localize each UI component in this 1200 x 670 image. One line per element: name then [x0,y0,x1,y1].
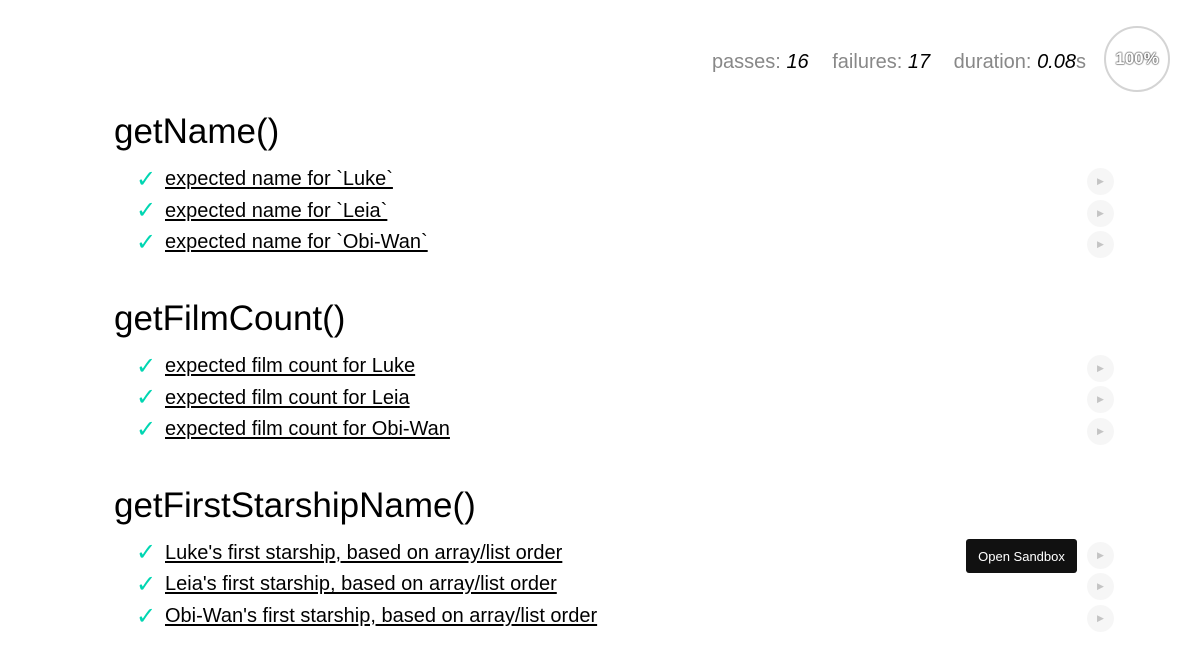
failures-stat[interactable]: failures: 17 [832,51,930,73]
suite-title[interactable]: getFilmCount() [114,297,1114,341]
test-list: ✓ expected film count for Luke ▶ ✓ expec… [114,351,1114,446]
passes-label: passes: [711,51,781,73]
test-title-link[interactable]: expected film count for Luke [165,355,415,378]
progress-ring: 100% [1104,26,1170,92]
replay-icon[interactable]: ▶ [1087,417,1114,445]
test-title-link[interactable]: expected film count for Obi-Wan [165,418,450,441]
test-row: ✓ expected film count for Obi-Wan ▶ [114,414,1114,446]
duration-unit: s [1076,51,1086,73]
suite-title[interactable]: getFirstStarshipName() [114,484,1114,528]
test-row: ✓ Luke's first starship, based on array/… [114,538,1114,570]
test-row: ✓ expected name for `Obi-Wan` ▶ [114,227,1114,259]
test-row: ✓ Obi-Wan's first starship, based on arr… [114,601,1114,633]
test-title-link[interactable]: Leia's first starship, based on array/li… [165,573,557,596]
test-title-link[interactable]: expected name for `Obi-Wan` [165,231,428,254]
stats-bar: passes: 16 failures: 17 duration: 0.08s [694,48,1086,76]
failures-count: 17 [907,51,931,73]
suite-title[interactable]: getName() [114,110,1114,154]
test-row: ✓ expected name for `Luke` ▶ [114,164,1114,196]
test-row: ✓ expected name for `Leia` ▶ [114,196,1114,228]
progress-percent: 100% [1115,49,1159,68]
check-icon: ✓ [136,228,157,256]
test-title-link[interactable]: Obi-Wan's first starship, based on array… [165,605,597,628]
check-icon: ✓ [136,165,157,193]
replay-icon[interactable]: ▶ [1087,168,1114,195]
test-title-link[interactable]: Luke's first starship, based on array/li… [165,542,562,565]
test-row: ✓ expected film count for Leia ▶ [114,382,1114,414]
check-icon: ✓ [136,539,157,567]
replay-icon[interactable]: ▶ [1087,231,1114,259]
passes-count: 16 [786,51,809,73]
test-list: ✓ expected name for `Luke` ▶ ✓ expected … [114,164,1114,259]
replay-icon[interactable]: ▶ [1087,573,1114,601]
duration-value: 0.08 [1037,51,1076,73]
check-icon: ✓ [136,570,157,598]
suite: getName() ✓ expected name for `Luke` ▶ ✓… [114,110,1114,259]
check-icon: ✓ [136,384,157,412]
tooltip-text: Open Sandbox [978,548,1065,564]
duration-label: duration: [953,51,1032,73]
suite: getFirstStarshipName() ✓ Luke's first st… [114,484,1114,633]
test-report: getName() ✓ expected name for `Luke` ▶ ✓… [114,110,1114,670]
test-title-link[interactable]: expected film count for Leia [165,387,410,410]
test-title-link[interactable]: expected name for `Luke` [165,168,393,191]
duration-stat: duration: 0.08s [954,51,1086,73]
replay-icon[interactable]: ▶ [1087,199,1114,227]
replay-icon[interactable]: ▶ [1087,354,1114,382]
passes-stat[interactable]: passes: 16 [712,51,809,73]
replay-icon[interactable]: ▶ [1087,604,1114,632]
open-sandbox-tooltip: Open Sandbox [966,539,1077,573]
test-list: ✓ Luke's first starship, based on array/… [114,538,1114,633]
test-title-link[interactable]: expected name for `Leia` [165,200,387,223]
check-icon: ✓ [136,415,157,443]
check-icon: ✓ [136,352,157,380]
test-row: ✓ expected film count for Luke ▶ [114,351,1114,383]
replay-icon[interactable]: ▶ [1087,386,1114,414]
check-icon: ✓ [136,602,157,630]
check-icon: ✓ [136,197,157,225]
replay-icon[interactable]: ▶ [1087,541,1114,569]
suite: getFilmCount() ✓ expected film count for… [114,297,1114,446]
failures-label: failures: [832,51,903,73]
test-row: ✓ Leia's first starship, based on array/… [114,569,1114,601]
